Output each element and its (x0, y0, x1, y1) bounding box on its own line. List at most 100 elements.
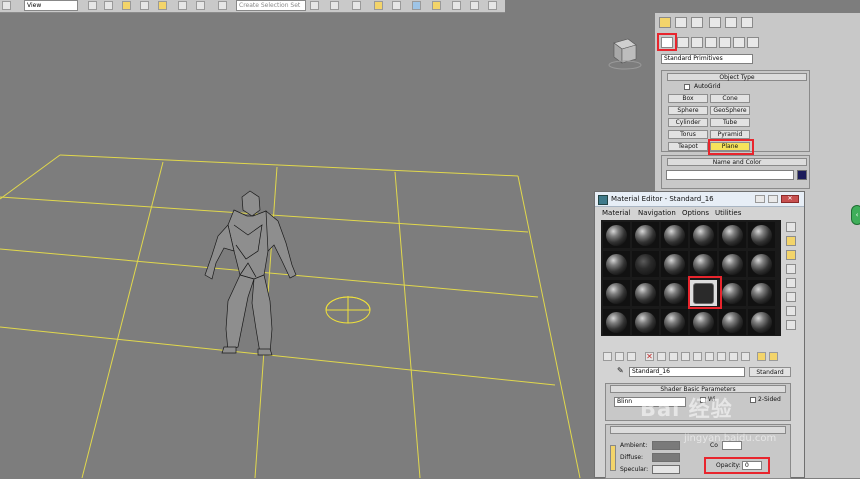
object-color-swatch[interactable] (797, 170, 807, 180)
utilities-tab-icon[interactable] (741, 17, 753, 28)
render-frame-icon[interactable] (452, 1, 461, 10)
object-name-field[interactable] (666, 170, 794, 180)
helpers-icon[interactable] (719, 37, 731, 48)
geosphere-button[interactable]: GeoSphere (710, 106, 750, 115)
link-icon[interactable] (2, 1, 11, 10)
sample-slot[interactable] (632, 309, 659, 335)
make-copy-icon[interactable] (657, 352, 666, 361)
curve-editor-icon[interactable] (374, 1, 383, 10)
shader-rollout-header[interactable]: Shader Basic Parameters (610, 385, 786, 393)
material-id-channel-icon[interactable] (693, 352, 702, 361)
show-end-result-icon[interactable] (717, 352, 726, 361)
plane-button[interactable]: Plane (710, 142, 750, 151)
two-sided-checkbox[interactable] (750, 397, 756, 403)
sample-slot[interactable] (603, 251, 630, 277)
sphere-button[interactable]: Sphere (668, 106, 708, 115)
primitive-category-dropdown[interactable]: Standard Primitives (661, 54, 753, 64)
menu-material[interactable]: Material (602, 209, 630, 217)
name-color-header[interactable]: Name and Color (667, 158, 807, 166)
object-type-header[interactable]: Object Type (667, 73, 807, 81)
minimize-button[interactable] (755, 195, 765, 203)
align-icon[interactable] (330, 1, 339, 10)
reset-map-icon[interactable]: ✕ (645, 352, 654, 361)
pick-material-icon[interactable] (757, 352, 766, 361)
sample-slot[interactable] (748, 309, 775, 335)
sample-slot[interactable] (719, 251, 746, 277)
named-selection-set-field[interactable]: Create Selection Set (236, 0, 306, 11)
sample-slot[interactable] (632, 280, 659, 306)
cameras-icon[interactable] (705, 37, 717, 48)
menu-navigation[interactable]: Navigation (638, 209, 676, 217)
show-map-in-viewport-icon[interactable] (705, 352, 714, 361)
torus-button[interactable]: Torus (668, 130, 708, 139)
lock-ambient-diffuse-icon[interactable] (610, 445, 616, 471)
video-color-check-icon[interactable] (786, 278, 796, 288)
sample-type-icon[interactable] (786, 222, 796, 232)
select-by-material-icon[interactable] (786, 320, 796, 330)
blinn-rollout-header[interactable] (610, 426, 786, 434)
create-tab-icon[interactable] (659, 17, 671, 28)
hierarchy-tab-icon[interactable] (691, 17, 703, 28)
lights-icon[interactable] (691, 37, 703, 48)
go-forward-to-sibling-icon[interactable] (741, 352, 750, 361)
get-material-icon[interactable] (603, 352, 612, 361)
space-warps-icon[interactable] (733, 37, 745, 48)
tube-button[interactable]: Tube (710, 118, 750, 127)
select-object-icon[interactable] (88, 1, 97, 10)
geometry-icon[interactable] (661, 37, 673, 48)
sample-slot[interactable] (632, 222, 659, 248)
cone-button[interactable]: Cone (710, 94, 750, 103)
shapes-icon[interactable] (677, 37, 689, 48)
pyramid-button[interactable]: Pyramid (710, 130, 750, 139)
side-float-button[interactable]: ‹ (851, 205, 860, 225)
options-icon[interactable] (786, 306, 796, 316)
opacity-field[interactable]: 0 (742, 461, 762, 470)
eyedropper-icon[interactable]: ✎ (617, 366, 624, 375)
sample-slot[interactable] (603, 280, 630, 306)
sample-slot[interactable] (603, 309, 630, 335)
sample-slot[interactable] (661, 309, 688, 335)
material-editor-titlebar[interactable]: Material Editor - Standard_16 ✕ (595, 192, 804, 207)
scale-icon[interactable] (178, 1, 187, 10)
sample-slot[interactable] (748, 222, 775, 248)
self-illumination-field[interactable] (722, 441, 742, 450)
sample-uv-tiling-icon[interactable] (786, 264, 796, 274)
put-to-scene-icon[interactable] (615, 352, 624, 361)
sample-slot[interactable] (661, 280, 688, 306)
sample-slot[interactable] (632, 251, 659, 277)
backlight-icon[interactable] (786, 236, 796, 246)
wire-checkbox[interactable] (700, 397, 706, 403)
sample-slot[interactable] (661, 222, 688, 248)
make-unique-icon[interactable] (669, 352, 678, 361)
ambient-color-swatch[interactable] (652, 441, 680, 450)
material-name-field[interactable]: Standard_16 (629, 367, 745, 377)
sample-slot[interactable] (690, 222, 717, 248)
sample-slot[interactable] (748, 251, 775, 277)
sample-slot[interactable] (719, 280, 746, 306)
sample-slot[interactable] (661, 251, 688, 277)
assign-to-selection-icon[interactable] (627, 352, 636, 361)
material-editor-icon[interactable] (412, 1, 421, 10)
sample-slot[interactable] (690, 251, 717, 277)
mirror-icon[interactable] (310, 1, 319, 10)
shader-type-dropdown[interactable]: Blinn (614, 397, 686, 407)
sample-slot[interactable] (603, 222, 630, 248)
render-production-icon[interactable] (488, 1, 497, 10)
systems-icon[interactable] (747, 37, 759, 48)
diffuse-color-swatch[interactable] (652, 453, 680, 462)
menu-utilities[interactable]: Utilities (715, 209, 741, 217)
reference-coordinate-dropdown[interactable]: View (24, 0, 78, 11)
teapot-button[interactable]: Teapot (668, 142, 708, 151)
motion-tab-icon[interactable] (709, 17, 721, 28)
window-crossing-icon[interactable] (122, 1, 131, 10)
autogrid-checkbox[interactable] (684, 84, 690, 90)
select-by-name-icon[interactable] (104, 1, 113, 10)
put-to-library-icon[interactable] (681, 352, 690, 361)
sample-slot[interactable] (690, 309, 717, 335)
material-type-button[interactable]: Standard (749, 367, 791, 377)
cylinder-button[interactable]: Cylinder (668, 118, 708, 127)
active-sample-slot[interactable] (690, 280, 717, 306)
render-icon[interactable] (470, 1, 479, 10)
maximize-button[interactable] (768, 195, 778, 203)
snap-icon[interactable] (218, 1, 227, 10)
